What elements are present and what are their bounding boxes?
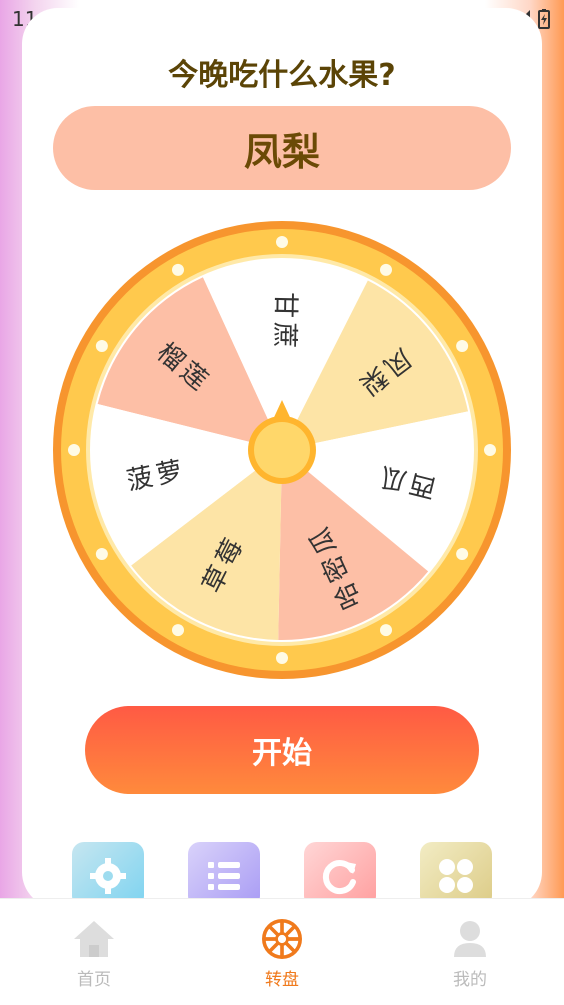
nav-item-profile[interactable]: 我的: [410, 899, 530, 990]
user-icon: [454, 921, 486, 957]
rim-light: [380, 263, 392, 276]
rim-light: [172, 263, 184, 276]
grid-icon: [439, 859, 473, 893]
nav-label-home: 首页: [77, 970, 111, 990]
rim-light: [456, 548, 469, 560]
start-button[interactable]: 开始: [85, 706, 479, 794]
nav-item-wheel[interactable]: 转盘: [222, 899, 342, 990]
nav-label-profile: 我的: [453, 970, 487, 990]
rim-light: [276, 236, 288, 248]
spin-wheel[interactable]: 榴莲甘蔗凤梨西瓜哈密瓜草莓菠萝: [52, 220, 512, 680]
home-icon: [74, 921, 114, 957]
rim-light: [95, 548, 108, 560]
start-button-label: 开始: [252, 736, 312, 771]
result-text: 凤梨: [243, 129, 320, 174]
page-title: 今晚吃什么水果?: [168, 58, 396, 93]
rim-light: [484, 444, 496, 456]
rim-light: [172, 624, 184, 637]
list-icon: [208, 862, 240, 890]
wheel-segment-label: 甘: [270, 292, 301, 319]
result-display: 凤梨: [53, 106, 511, 190]
rim-light: [95, 340, 108, 352]
wheel-segment-label: 蔗: [269, 322, 300, 349]
rim-light: [456, 340, 469, 352]
rim-light: [276, 652, 288, 664]
refresh-icon: [322, 860, 356, 894]
wheel-icon: [262, 919, 302, 959]
rim-light: [68, 444, 80, 456]
wheel-graphic: 榴莲甘蔗凤梨西瓜哈密瓜草莓菠萝: [53, 221, 511, 679]
nav-item-home[interactable]: 首页: [34, 899, 154, 990]
rim-light: [380, 624, 392, 637]
battery-icon: [538, 9, 550, 29]
gear-icon: [90, 858, 126, 894]
bottom-nav: 首页 转盘 我的: [0, 898, 564, 1005]
pointer-inner: [254, 422, 310, 478]
nav-label-wheel: 转盘: [265, 970, 299, 990]
